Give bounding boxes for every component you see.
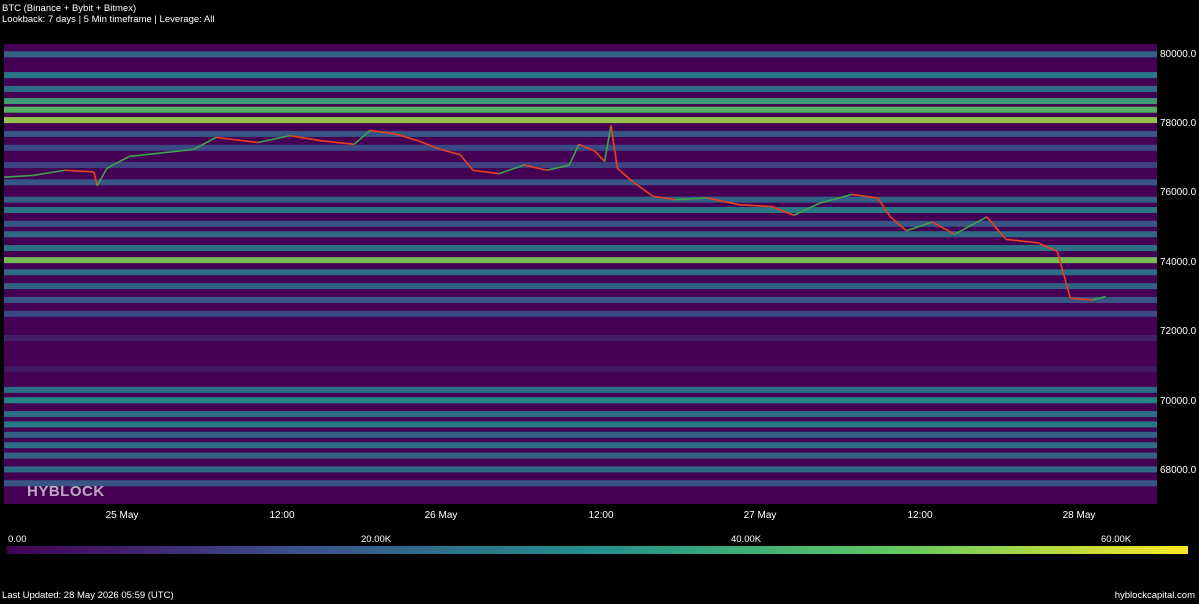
heatmap-band xyxy=(4,245,1157,252)
heatmap-band xyxy=(4,85,1157,92)
y-tick-label: 68000.0 xyxy=(1160,465,1197,476)
heatmap-band xyxy=(4,179,1157,186)
heatmap-band xyxy=(4,220,1157,227)
heatmap-band xyxy=(4,421,1157,428)
heatmap-band xyxy=(4,411,1157,418)
heatmap-band xyxy=(4,117,1157,124)
heatmap-band xyxy=(4,442,1157,449)
heatmap-band xyxy=(4,98,1157,105)
colorbar-tick-label: 40.00K xyxy=(731,534,762,545)
y-tick-label: 78000.0 xyxy=(1160,118,1197,129)
y-tick-label: 76000.0 xyxy=(1160,187,1197,198)
heatmap-band xyxy=(4,196,1157,203)
heatmap-band xyxy=(4,106,1157,113)
x-tick-label: 25 May xyxy=(105,510,139,521)
heatmap-bands xyxy=(4,44,1157,504)
y-tick-label: 80000.0 xyxy=(1160,49,1197,60)
y-tick-label: 70000.0 xyxy=(1160,396,1197,407)
x-tick-label: 28 May xyxy=(1062,510,1096,521)
colorbar-tick-label: 60.00K xyxy=(1101,534,1132,545)
colorbar-tick-label: 20.00K xyxy=(361,534,392,545)
x-tick-label: 26 May xyxy=(424,510,458,521)
heatmap-band xyxy=(4,72,1157,79)
heatmap-band xyxy=(4,452,1157,459)
x-tick-label: 12:00 xyxy=(588,510,614,521)
x-tick-label: 27 May xyxy=(743,510,777,521)
x-tick-label: 12:00 xyxy=(907,510,933,521)
x-tick-label: 12:00 xyxy=(269,510,295,521)
colorbar-tick-label: 0.00 xyxy=(8,534,27,545)
hyblock-watermark: HYBLOCK xyxy=(27,483,105,500)
heatmap-band xyxy=(4,231,1157,238)
heatmap-band xyxy=(4,397,1157,404)
y-tick-label: 74000.0 xyxy=(1160,257,1197,268)
y-tick-label: 72000.0 xyxy=(1160,326,1197,337)
heatmap-band xyxy=(4,283,1157,290)
last-updated: Last Updated: 28 May 2026 05:59 (UTC) xyxy=(2,590,174,601)
heatmap-band xyxy=(4,296,1157,303)
heatmap-band xyxy=(4,466,1157,473)
heatmap-band xyxy=(4,269,1157,276)
heatmap-band xyxy=(4,334,1157,341)
heatmap-band xyxy=(4,431,1157,438)
heatmap-band xyxy=(4,480,1157,487)
heatmap-band xyxy=(4,310,1157,317)
site-link[interactable]: hyblockcapital.com xyxy=(1115,590,1195,601)
heatmap-band xyxy=(4,51,1157,58)
heatmap-band xyxy=(4,257,1157,264)
heatmap-band xyxy=(4,162,1157,169)
heatmap-band xyxy=(4,386,1157,393)
heatmap-band xyxy=(4,207,1157,214)
heatmap-band xyxy=(4,130,1157,137)
colorbar xyxy=(7,546,1188,554)
heatmap-band xyxy=(4,366,1157,373)
